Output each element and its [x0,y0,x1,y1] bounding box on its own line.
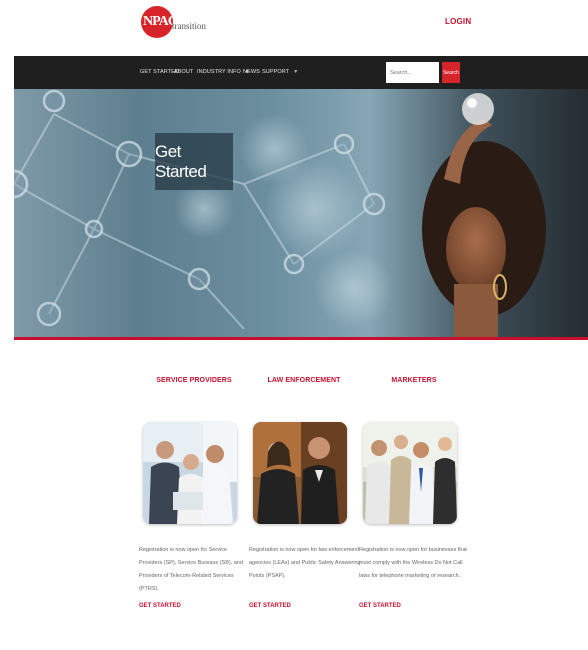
get-started-link[interactable]: GET STARTED [139,603,181,609]
card-heading[interactable]: MARKETERS [359,377,469,384]
card-photo[interactable] [253,422,347,524]
nav-label: NEWS [243,69,260,75]
hero-banner: Get Started [14,89,588,337]
nav-item-industry-info[interactable]: INDUSTRY INFO ▼ [197,69,250,75]
card-photo[interactable] [363,422,457,524]
hero-title: Get Started [155,133,233,190]
network-graphic [14,89,546,337]
chevron-down-icon: ▼ [293,69,299,75]
hero-woman-figure [422,93,546,337]
site-header: NPAC transition LOGIN [0,0,588,56]
nav-item-about[interactable]: ABOUT [174,69,193,75]
card-description: Registration is now open for businesses … [359,547,467,579]
npac-logo[interactable]: NPAC transition [141,6,206,40]
logo-mark: NPAC [141,6,178,38]
card-heading[interactable]: SERVICE PROVIDERS [139,377,249,384]
nav-label: ABOUT [174,69,194,75]
nav-item-support[interactable]: SUPPORT ▼ [262,69,298,75]
card-heading[interactable]: LAW ENFORCEMENT [249,377,359,384]
search-input[interactable] [386,62,439,83]
card-description: Registration is now open for Service Pro… [139,547,243,592]
main-navbar: GET STARTED ABOUT INDUSTRY INFO ▼ NEWS SU… [14,56,588,89]
card-description: Registration is now open for law enforce… [249,547,361,579]
divider [14,337,588,340]
logo-wordmark: transition [172,21,206,31]
card-photo[interactable] [143,422,237,524]
nav-label: INDUSTRY INFO [197,69,241,75]
login-link[interactable]: LOGIN [445,17,471,26]
nav-label: SUPPORT [262,69,290,75]
search-button[interactable]: Search [442,62,460,83]
get-started-link[interactable]: GET STARTED [359,603,401,609]
nav-item-news[interactable]: NEWS [243,69,260,75]
get-started-link[interactable]: GET STARTED [249,603,291,609]
